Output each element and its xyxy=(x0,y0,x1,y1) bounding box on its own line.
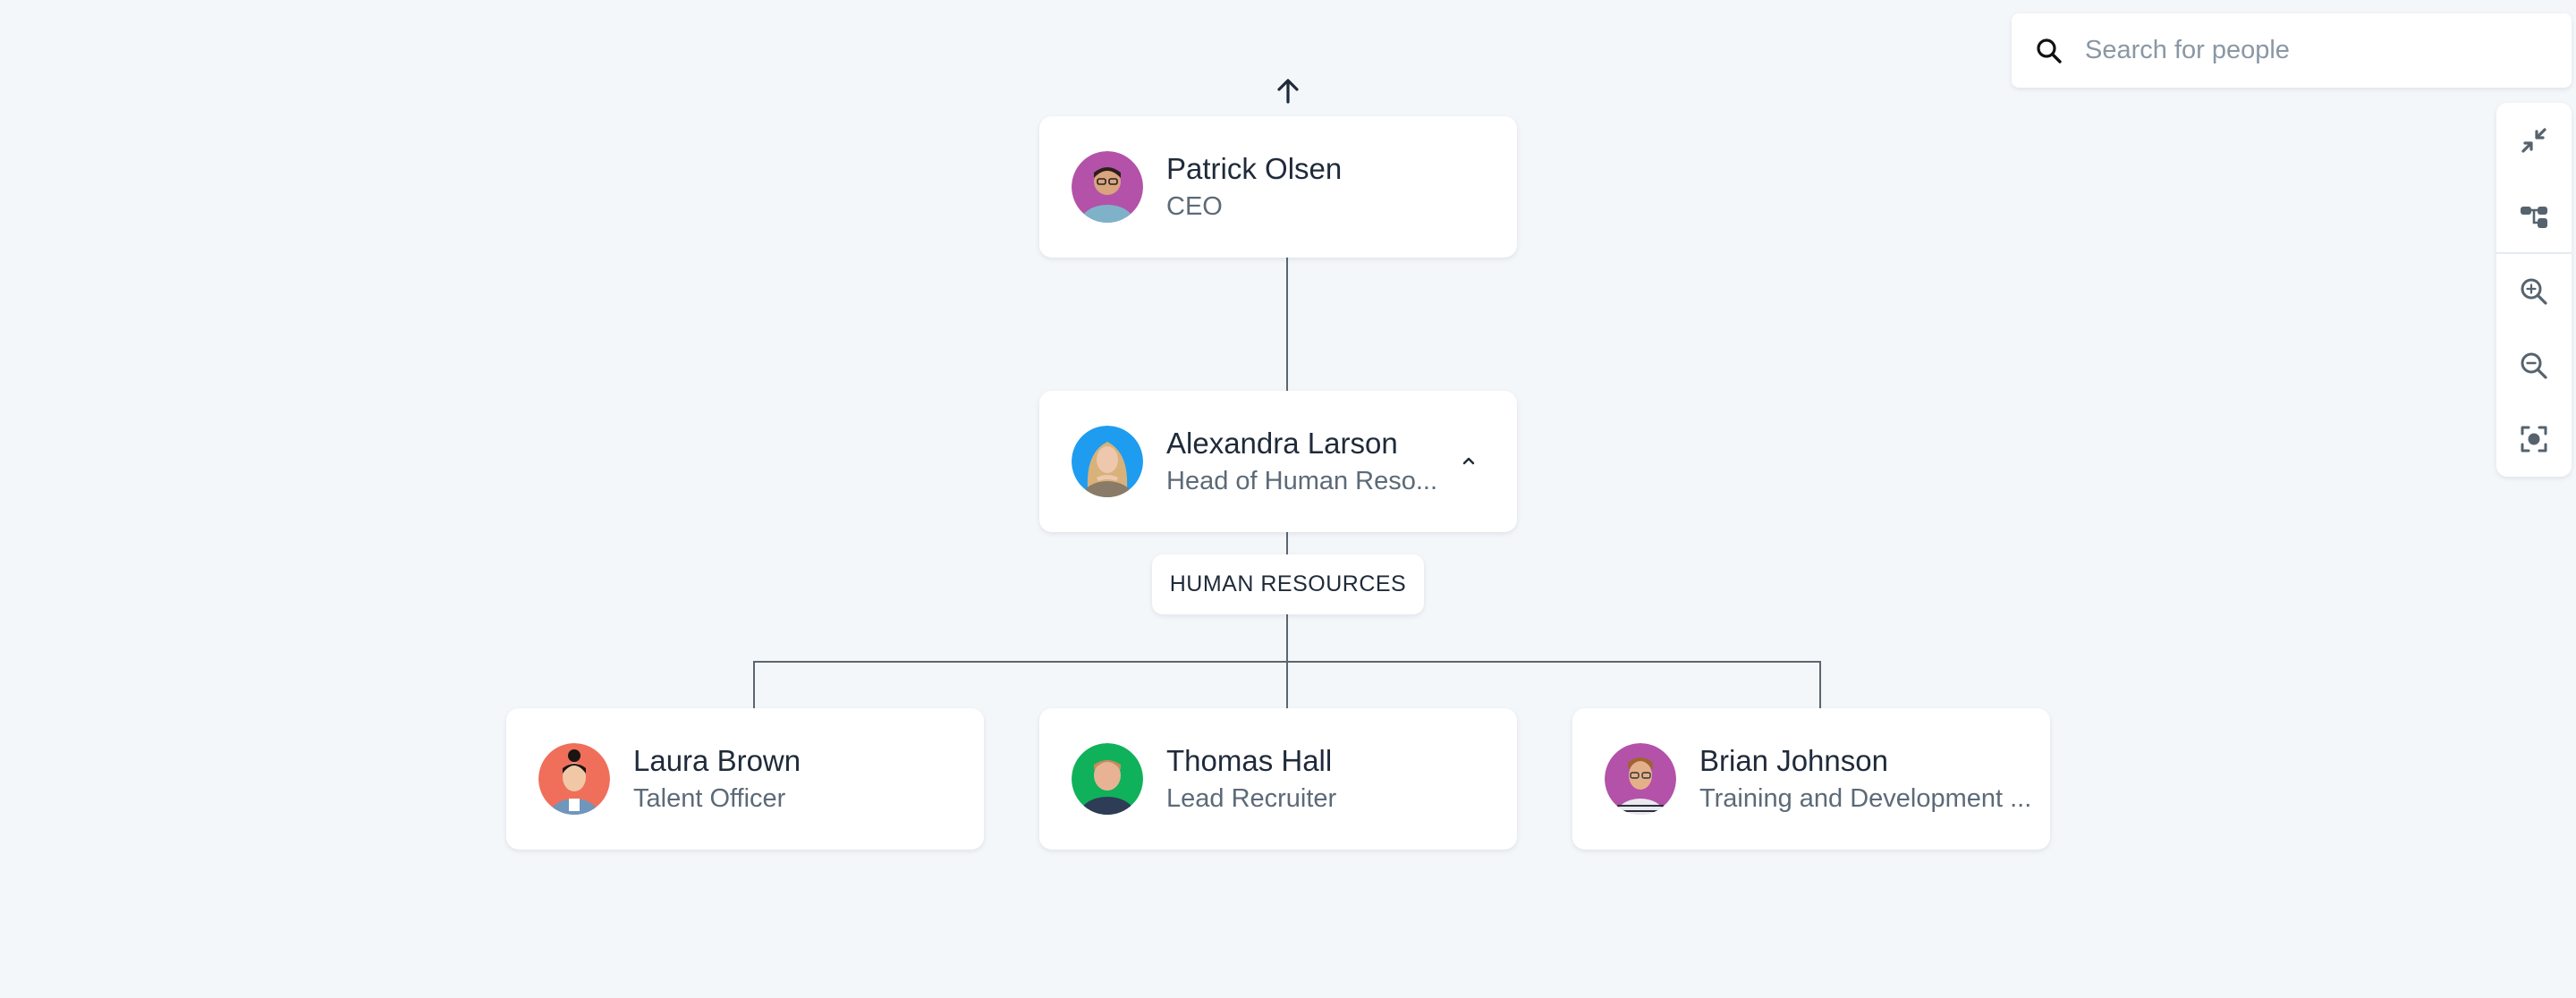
connector-branch-left xyxy=(753,661,755,708)
chevron-up-icon xyxy=(1462,457,1475,465)
connector-ceo-to-manager xyxy=(1286,258,1288,391)
collapse-toggle-button[interactable] xyxy=(1453,444,1485,477)
org-layout-button[interactable] xyxy=(2496,178,2572,253)
collapse-arrows-icon xyxy=(2521,128,2546,153)
person-title: Lead Recruiter xyxy=(1166,784,1337,813)
zoom-out-button[interactable] xyxy=(2496,328,2572,403)
person-card-report[interactable]: Laura Brown Talent Officer xyxy=(506,708,984,850)
person-photo xyxy=(538,743,610,815)
zoom-in-icon xyxy=(2521,278,2547,305)
arrow-up-icon xyxy=(1277,79,1299,104)
person-card-report[interactable]: Thomas Hall Lead Recruiter xyxy=(1039,708,1517,850)
person-title: Training and Development ... xyxy=(1699,784,2032,813)
person-name: Patrick Olsen xyxy=(1166,152,1343,185)
department-label[interactable]: HUMAN RESOURCES xyxy=(1152,554,1424,614)
connector-branch-center xyxy=(1286,661,1288,708)
person-title: Talent Officer xyxy=(633,784,786,813)
search-box[interactable] xyxy=(2012,13,2572,88)
search-icon xyxy=(2037,38,2062,63)
avatar xyxy=(1072,426,1143,497)
person-name: Brian Johnson xyxy=(1699,744,1888,777)
person-photo xyxy=(1072,426,1143,497)
center-view-button[interactable] xyxy=(2496,402,2572,477)
zoom-out-icon xyxy=(2521,352,2547,379)
connector-manager-to-dept xyxy=(1286,532,1288,554)
avatar xyxy=(1605,743,1676,815)
person-name: Laura Brown xyxy=(633,744,801,777)
connector-dept-to-branch xyxy=(1286,614,1288,662)
navigate-up-button[interactable] xyxy=(1272,75,1304,107)
person-card-report[interactable]: Brian Johnson Training and Development .… xyxy=(1572,708,2050,850)
connector-branch-right xyxy=(1819,661,1821,708)
focus-center-icon xyxy=(2521,426,2547,452)
person-card-manager[interactable]: Alexandra Larson Head of Human Reso... xyxy=(1039,391,1517,532)
avatar xyxy=(1072,151,1143,223)
person-photo xyxy=(1072,151,1143,223)
org-tree-icon xyxy=(2521,207,2547,228)
avatar xyxy=(1072,743,1143,815)
search-input[interactable] xyxy=(2083,35,2552,66)
person-title: CEO xyxy=(1166,192,1223,221)
person-name: Alexandra Larson xyxy=(1166,427,1398,460)
person-title: Head of Human Reso... xyxy=(1166,467,1438,495)
collapse-all-button[interactable] xyxy=(2496,103,2572,178)
person-photo xyxy=(1605,743,1676,815)
avatar xyxy=(538,743,610,815)
person-card-ceo[interactable]: Patrick Olsen CEO xyxy=(1039,116,1517,258)
person-name: Thomas Hall xyxy=(1166,744,1333,777)
zoom-in-button[interactable] xyxy=(2496,254,2572,329)
person-photo xyxy=(1072,743,1143,815)
view-toolbar xyxy=(2496,103,2572,477)
